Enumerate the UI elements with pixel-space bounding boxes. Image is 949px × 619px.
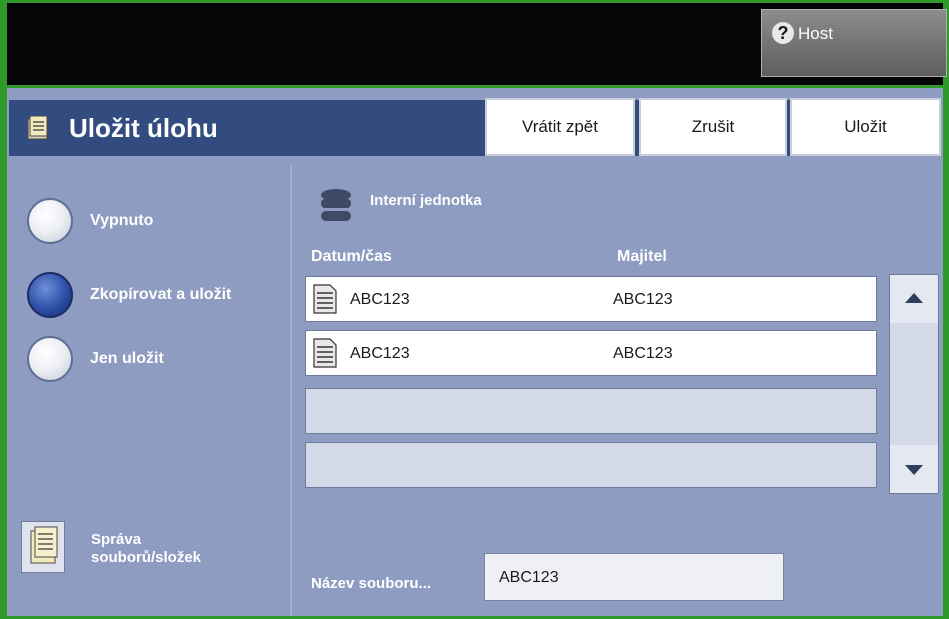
column-header-datetime: Datum/čas xyxy=(311,248,392,265)
main-panel: Uložit úlohu Vrátit zpět Zrušit Uložit V… xyxy=(7,88,943,616)
document-icon xyxy=(313,338,337,368)
storage-label: Interní jednotka xyxy=(370,192,482,209)
column-divider xyxy=(290,166,292,616)
host-button[interactable]: ? Host xyxy=(761,9,947,77)
list-item-empty[interactable] xyxy=(305,442,877,488)
save-button[interactable]: Uložit xyxy=(790,98,941,156)
file-management-label: Správa souborů/složek xyxy=(91,531,202,566)
triangle-down-icon xyxy=(905,465,923,475)
list-item[interactable]: ABC123 ABC123 xyxy=(305,276,877,322)
job-list: ABC123 ABC123 ABC123 ABC123 xyxy=(305,272,887,496)
file-management-button[interactable] xyxy=(21,521,65,573)
document-stack-icon xyxy=(27,115,48,140)
radio-button-selected[interactable] xyxy=(27,272,73,318)
option-label: Zkopírovat a uložit xyxy=(90,286,232,303)
radio-button[interactable] xyxy=(27,198,73,244)
row-datetime: ABC123 xyxy=(350,345,410,362)
radio-button[interactable] xyxy=(27,336,73,382)
document-icon xyxy=(313,284,337,314)
row-owner: ABC123 xyxy=(613,345,673,362)
help-icon: ? xyxy=(772,22,794,44)
undo-button[interactable]: Vrátit zpět xyxy=(485,98,635,156)
scroll-down-button[interactable] xyxy=(890,445,938,493)
option-label: Jen uložit xyxy=(90,350,164,367)
column-header-owner: Majitel xyxy=(617,248,667,265)
folder-document-icon xyxy=(30,526,58,564)
page-title: Uložit úlohu xyxy=(69,113,218,143)
list-item[interactable]: ABC123 ABC123 xyxy=(305,330,877,376)
database-icon xyxy=(321,189,351,221)
option-label: Vypnuto xyxy=(90,212,154,229)
host-label: Host xyxy=(798,24,833,43)
triangle-up-icon xyxy=(905,293,923,303)
row-datetime: ABC123 xyxy=(350,291,410,308)
app-frame: ? Host Uložit úlohu Vrátit zpět Zrušit U… xyxy=(0,0,949,619)
list-item-empty[interactable] xyxy=(305,388,877,434)
filename-input[interactable]: ABC123 xyxy=(484,553,784,601)
scroll-up-button[interactable] xyxy=(890,275,938,323)
top-status-bar: ? Host xyxy=(7,3,947,85)
cancel-button[interactable]: Zrušit xyxy=(639,98,787,156)
row-owner: ABC123 xyxy=(613,291,673,308)
list-scrollbar[interactable] xyxy=(889,274,939,494)
filename-label: Název souboru... xyxy=(311,575,432,592)
title-bar: Uložit úlohu Vrátit zpět Zrušit Uložit xyxy=(9,98,941,156)
